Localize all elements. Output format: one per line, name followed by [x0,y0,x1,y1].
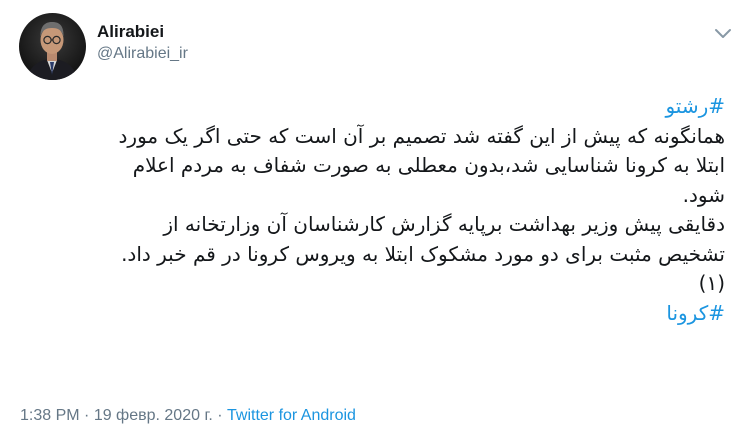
tweet-header: Alirabiei @Alirabiei_ir [19,13,188,81]
tweet-source-link[interactable]: Twitter for Android [227,407,356,424]
tweet-line: همانگونه که پیش از این گفته شد تصمیم بر … [118,123,725,148]
tweet-line: (۱) [698,271,725,295]
footer-separator: · [79,407,94,424]
author-handle[interactable]: @Alirabiei_ir [97,43,188,65]
tweet-line: ابتلا به کرونا شناسایی شد،بدون معطلی به … [132,153,725,177]
tweet-text: #رشتو همانگونه که پیش از این گفته شد تصم… [30,92,725,328]
author-names: Alirabiei @Alirabiei_ir [97,21,188,65]
chevron-down-icon[interactable] [713,26,733,40]
tweet-time[interactable]: 1:38 PM [20,407,80,424]
tweet-line: تشخیص مثبت برای دو مورد مشکوک ابتلا به و… [121,241,725,266]
tweet-line: شود. [682,182,725,207]
footer-separator: · [212,407,227,424]
hashtag-link[interactable]: #کرونا [30,299,725,329]
tweet-card: Alirabiei @Alirabiei_ir #رشتو همانگونه ک… [0,0,753,446]
author-display-name[interactable]: Alirabiei [97,21,188,43]
avatar[interactable] [19,13,86,80]
tweet-date[interactable]: 19 февр. 2020 г. [94,407,213,424]
tweet-footer: 1:38 PM · 19 февр. 2020 г. · Twitter for… [20,405,356,427]
hashtag-link[interactable]: #رشتو [30,92,725,122]
tweet-line: دقایقی پیش وزیر بهداشت برپایه گزارش کارش… [163,212,725,236]
